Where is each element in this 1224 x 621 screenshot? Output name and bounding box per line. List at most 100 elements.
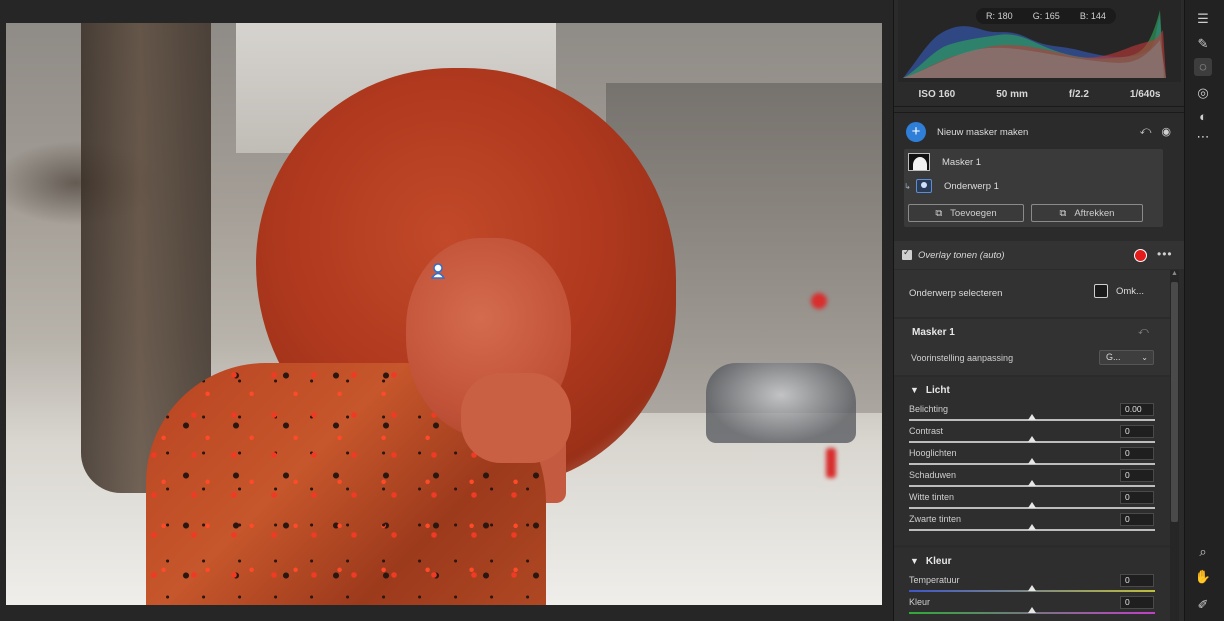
photo-traffic-light: [811, 293, 827, 309]
mask-item[interactable]: Masker 1: [908, 153, 981, 171]
add-icon: ⧉: [935, 207, 943, 219]
exif-aperture: f/2.2: [1068, 88, 1089, 100]
mask-settings-title: Masker 1: [912, 327, 955, 338]
g-label: G:: [1032, 11, 1043, 21]
slider-label: Belichting: [909, 404, 949, 414]
slider-witte-tinten[interactable]: Witte tinten 0: [894, 491, 1170, 513]
slider-knob[interactable]: [1028, 502, 1036, 508]
subtract-button[interactable]: ⧉ Aftrekken: [1031, 204, 1143, 222]
slider-value-input[interactable]: 0: [1120, 425, 1154, 438]
overlay-more-icon[interactable]: •••: [1157, 247, 1173, 261]
invert-label: Omk...: [1116, 285, 1144, 297]
add-button[interactable]: ⧉ Toevoegen: [908, 204, 1024, 222]
mask-thumbnail[interactable]: [908, 153, 930, 171]
g-value: 165: [1044, 11, 1060, 21]
mask-component-item[interactable]: ↳ Onderwerp 1: [904, 179, 999, 193]
slider-knob[interactable]: [1028, 414, 1036, 420]
mask-pin-icon[interactable]: [431, 263, 445, 279]
slider-belichting[interactable]: Belichting 0.00: [894, 403, 1170, 425]
slider-knob[interactable]: [1028, 585, 1036, 591]
slider-knob[interactable]: [1028, 524, 1036, 530]
panel-scrollbar[interactable]: ▲: [1170, 270, 1179, 621]
slider-schaduwen[interactable]: Schaduwen 0: [894, 469, 1170, 491]
new-mask-label[interactable]: Nieuw masker maken: [937, 127, 1028, 138]
invert-button[interactable]: Omk...: [1094, 284, 1144, 298]
image-canvas[interactable]: [0, 0, 893, 621]
link-icon: ↳: [904, 181, 911, 191]
presets-icon[interactable]: ◐: [1194, 108, 1212, 126]
new-mask-button[interactable]: +: [906, 122, 926, 142]
component-name[interactable]: Onderwerp 1: [944, 181, 999, 192]
slider-kleur[interactable]: Kleur 0: [894, 596, 1170, 618]
light-section: ▼ Licht Belichting 0.00 Contrast 0 Hooglicht…: [894, 377, 1170, 545]
red-eye-icon[interactable]: ◎: [1194, 84, 1212, 102]
subtract-label: Aftrekken: [1074, 207, 1115, 219]
exif-info: ISO 160 50 mm f/2.2 1/640s: [898, 84, 1181, 104]
more-icon[interactable]: ⋯: [1194, 128, 1212, 146]
zoom-icon[interactable]: ⌕: [1194, 543, 1212, 561]
chevron-down-icon: ⌄: [1141, 353, 1148, 362]
light-title: Licht: [925, 384, 950, 396]
photo-car: [706, 363, 856, 443]
masking-icon[interactable]: ◌: [1194, 58, 1212, 76]
slider-knob[interactable]: [1028, 607, 1036, 613]
chevron-down-icon: ▼: [910, 556, 919, 566]
slider-contrast[interactable]: Contrast 0: [894, 425, 1170, 447]
overlay-checkbox[interactable]: [902, 247, 912, 260]
b-value: 144: [1090, 11, 1106, 21]
select-subject-row: Onderwerp selecteren Omk...: [894, 270, 1170, 317]
divider: [894, 112, 1185, 113]
exif-iso: ISO 160: [918, 88, 956, 100]
slider-label: Witte tinten: [909, 492, 955, 502]
hand-icon[interactable]: ✋: [1194, 568, 1212, 586]
preset-select[interactable]: G... ⌄: [1099, 350, 1154, 365]
b-label: B:: [1079, 11, 1089, 21]
new-mask-row: + Nieuw masker maken ⤺ ◉: [906, 122, 1171, 142]
overlay-label[interactable]: Overlay tonen (auto): [918, 250, 1005, 261]
slider-value-input[interactable]: 0: [1120, 447, 1154, 460]
divider: [894, 106, 1185, 107]
slider-label: Zwarte tinten: [909, 514, 962, 524]
healing-brush-icon[interactable]: ✎: [1194, 35, 1212, 53]
eyedropper-icon[interactable]: ✐: [1194, 596, 1212, 614]
visibility-eye-icon[interactable]: ◉: [1161, 125, 1171, 138]
add-label: Toevoegen: [950, 207, 997, 219]
slider-label: Contrast: [909, 426, 944, 436]
slider-value-input[interactable]: 0: [1120, 596, 1154, 609]
r-value: 180: [997, 11, 1013, 21]
histogram: R: 180 G: 165 B: 144: [898, 0, 1181, 82]
slider-temperatuur[interactable]: Temperatuur 0: [894, 574, 1170, 596]
edit-sliders-icon[interactable]: ☰: [1194, 10, 1212, 28]
app-window: R: 180 G: 165 B: 144 ISO 160 50 mm f/2.2…: [0, 0, 1224, 621]
edit-panel: R: 180 G: 165 B: 144 ISO 160 50 mm f/2.2…: [893, 0, 1185, 621]
color-title: Kleur: [925, 555, 952, 567]
slider-value-input[interactable]: 0.00: [1120, 403, 1154, 416]
exif-focal-length: 50 mm: [996, 88, 1028, 100]
photo-hydrant: [826, 448, 836, 478]
slider-zwarte-tinten[interactable]: Zwarte tinten 0: [894, 513, 1170, 535]
slider-hooglichten[interactable]: Hooglichten 0: [894, 447, 1170, 469]
tool-rail: ☰ ✎ ◌ ◎ ◐ ⋯ ⌕ ✋ ✐: [1184, 0, 1224, 621]
color-header[interactable]: ▼ Kleur: [894, 550, 1170, 572]
r-label: R:: [986, 11, 996, 21]
reset-mask-icon[interactable]: ⤺: [1138, 326, 1149, 337]
slider-value-input[interactable]: 0: [1120, 469, 1154, 482]
slider-value-input[interactable]: 0: [1120, 491, 1154, 504]
slider-value-input[interactable]: 0: [1120, 574, 1154, 587]
mask-name[interactable]: Masker 1: [942, 157, 981, 168]
scrollbar-thumb[interactable]: [1171, 282, 1178, 522]
photo[interactable]: [6, 23, 882, 605]
subject-icon: [916, 179, 932, 193]
overlay-row: Overlay tonen (auto) •••: [894, 241, 1185, 269]
slider-value-input[interactable]: 0: [1120, 513, 1154, 526]
scroll-up-icon[interactable]: ▲: [1171, 270, 1178, 277]
undo-mask-icon[interactable]: ⤺: [1140, 125, 1152, 138]
mask-list: Masker 1 ↳ Onderwerp 1 ⧉ Toevoegen ⧉ Aft…: [904, 149, 1163, 227]
overlay-color-swatch[interactable]: [1134, 249, 1147, 262]
slider-knob[interactable]: [1028, 458, 1036, 464]
subtract-icon: ⧉: [1059, 207, 1067, 219]
light-header[interactable]: ▼ Licht: [894, 379, 1170, 401]
slider-knob[interactable]: [1028, 436, 1036, 442]
slider-knob[interactable]: [1028, 480, 1036, 486]
rgb-readout: R: 180 G: 165 B: 144: [976, 8, 1116, 24]
